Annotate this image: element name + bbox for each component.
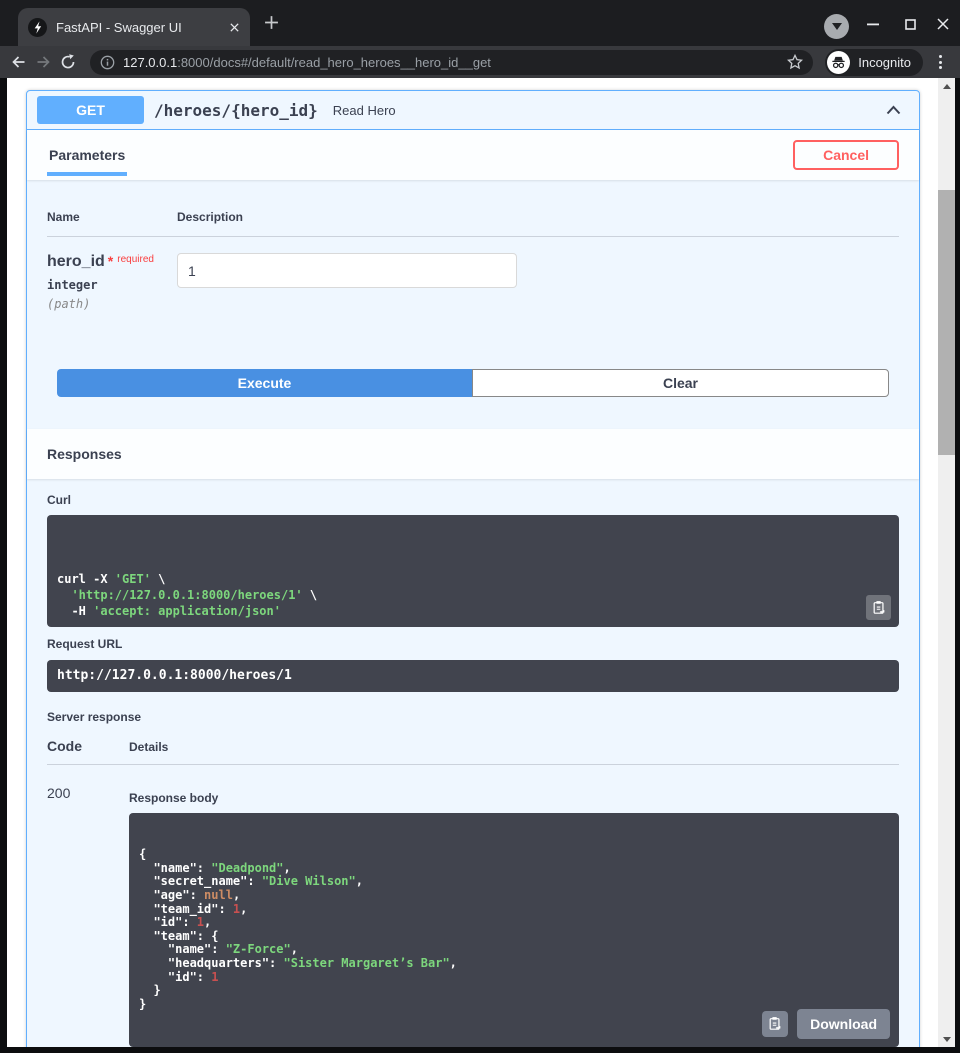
status-code: 200 bbox=[47, 785, 129, 1047]
required-star: * bbox=[108, 253, 113, 269]
browser-toolbar: 127.0.0.1:8000/docs#/default/read_hero_h… bbox=[0, 46, 960, 78]
url-text: 127.0.0.1:8000/docs#/default/read_hero_h… bbox=[123, 55, 779, 70]
page-content: GET /heroes/{hero_id} Read Hero Paramete… bbox=[7, 78, 955, 1047]
responses-title: Responses bbox=[47, 440, 122, 468]
bookmark-star-icon[interactable] bbox=[787, 54, 803, 70]
copy-response-button[interactable] bbox=[762, 1011, 788, 1037]
parameter-row-hero-id: hero_id*required integer (path) bbox=[47, 237, 899, 369]
col-name-header: Name bbox=[47, 210, 177, 224]
parameter-name-cell: hero_id*required integer (path) bbox=[47, 253, 177, 311]
execute-button[interactable]: Execute bbox=[57, 369, 472, 397]
execute-row: Execute Clear bbox=[27, 369, 919, 429]
minimize-button[interactable] bbox=[858, 12, 888, 36]
url-path: :8000/docs#/default/read_hero_heroes__he… bbox=[177, 55, 491, 70]
incognito-icon bbox=[827, 51, 850, 74]
maximize-button[interactable] bbox=[895, 12, 925, 36]
hero-id-input[interactable] bbox=[177, 253, 517, 288]
opblock-header[interactable]: GET /heroes/{hero_id} Read Hero bbox=[27, 91, 919, 130]
parameters-table-head: Name Description bbox=[47, 210, 899, 237]
required-label: required bbox=[117, 254, 154, 265]
endpoint-path: /heroes/{hero_id} bbox=[154, 101, 318, 120]
request-url-value: http://127.0.0.1:8000/heroes/1 bbox=[57, 668, 292, 683]
parameter-name: hero_id*required bbox=[47, 253, 177, 271]
curl-label: Curl bbox=[47, 493, 899, 507]
tab-close-icon[interactable] bbox=[229, 22, 240, 33]
server-response-label: Server response bbox=[47, 710, 899, 724]
col-code-header: Code bbox=[47, 738, 129, 754]
tab-title: FastAPI - Swagger UI bbox=[56, 20, 220, 35]
curl-command-block: curl -X 'GET' \ 'http://127.0.0.1:8000/h… bbox=[47, 515, 899, 627]
browser-menu-icon[interactable] bbox=[931, 55, 950, 69]
window-close-button[interactable] bbox=[928, 12, 958, 36]
site-info-icon[interactable] bbox=[100, 55, 115, 70]
cancel-button[interactable]: Cancel bbox=[793, 140, 899, 170]
fastapi-favicon-icon bbox=[28, 18, 47, 37]
page-scrollbar[interactable] bbox=[938, 78, 955, 1047]
response-body-label: Response body bbox=[129, 791, 899, 805]
browser-tab[interactable]: FastAPI - Swagger UI bbox=[18, 8, 250, 46]
forward-button[interactable] bbox=[35, 54, 52, 70]
reload-button[interactable] bbox=[60, 54, 76, 70]
copy-curl-button[interactable] bbox=[866, 595, 891, 620]
download-button[interactable]: Download bbox=[797, 1009, 890, 1039]
scroll-down-icon[interactable] bbox=[938, 1031, 955, 1047]
swagger-page: GET /heroes/{hero_id} Read Hero Paramete… bbox=[7, 78, 938, 1047]
url-host: 127.0.0.1 bbox=[123, 55, 177, 70]
url-bar[interactable]: 127.0.0.1:8000/docs#/default/read_hero_h… bbox=[90, 50, 813, 75]
parameter-type: integer bbox=[47, 278, 177, 292]
responses-header: Responses bbox=[27, 429, 919, 479]
opblock-get-heroes: GET /heroes/{hero_id} Read Hero Paramete… bbox=[26, 90, 920, 1047]
request-url-block: http://127.0.0.1:8000/heroes/1 bbox=[47, 660, 899, 692]
request-url-label: Request URL bbox=[47, 637, 899, 651]
response-table-head: Code Details bbox=[47, 738, 899, 765]
parameter-description-cell bbox=[177, 253, 899, 311]
collapse-chevron-icon[interactable] bbox=[878, 101, 909, 119]
col-details-header: Details bbox=[129, 740, 899, 754]
clear-button[interactable]: Clear bbox=[472, 369, 889, 397]
responses-content: Curl curl -X 'GET' \ 'http://127.0.0.1:8… bbox=[27, 479, 919, 1047]
tab-parameters[interactable]: Parameters bbox=[47, 134, 127, 176]
back-button[interactable] bbox=[10, 54, 27, 70]
col-description-header: Description bbox=[177, 210, 899, 224]
incognito-badge: Incognito bbox=[825, 49, 923, 76]
tab-search-icon[interactable] bbox=[824, 14, 849, 39]
endpoint-summary: Read Hero bbox=[333, 103, 396, 118]
response-body-block: { "name": "Deadpond", "secret_name": "Di… bbox=[129, 813, 899, 1047]
new-tab-button[interactable] bbox=[264, 15, 279, 30]
response-body-actions: Download bbox=[762, 1009, 890, 1039]
scrollbar-thumb[interactable] bbox=[938, 190, 955, 455]
response-row-200: 200 Response body { "name": "Deadpond", … bbox=[47, 765, 899, 1047]
incognito-label: Incognito bbox=[858, 55, 911, 70]
parameters-table: Name Description hero_id*required intege… bbox=[27, 180, 919, 369]
parameter-location: (path) bbox=[47, 297, 177, 311]
response-details-cell: Response body { "name": "Deadpond", "sec… bbox=[129, 785, 899, 1047]
browser-titlebar: FastAPI - Swagger UI bbox=[0, 0, 960, 46]
parameters-header: Parameters Cancel bbox=[27, 130, 919, 180]
method-badge: GET bbox=[37, 96, 144, 124]
scroll-up-icon[interactable] bbox=[938, 78, 955, 94]
